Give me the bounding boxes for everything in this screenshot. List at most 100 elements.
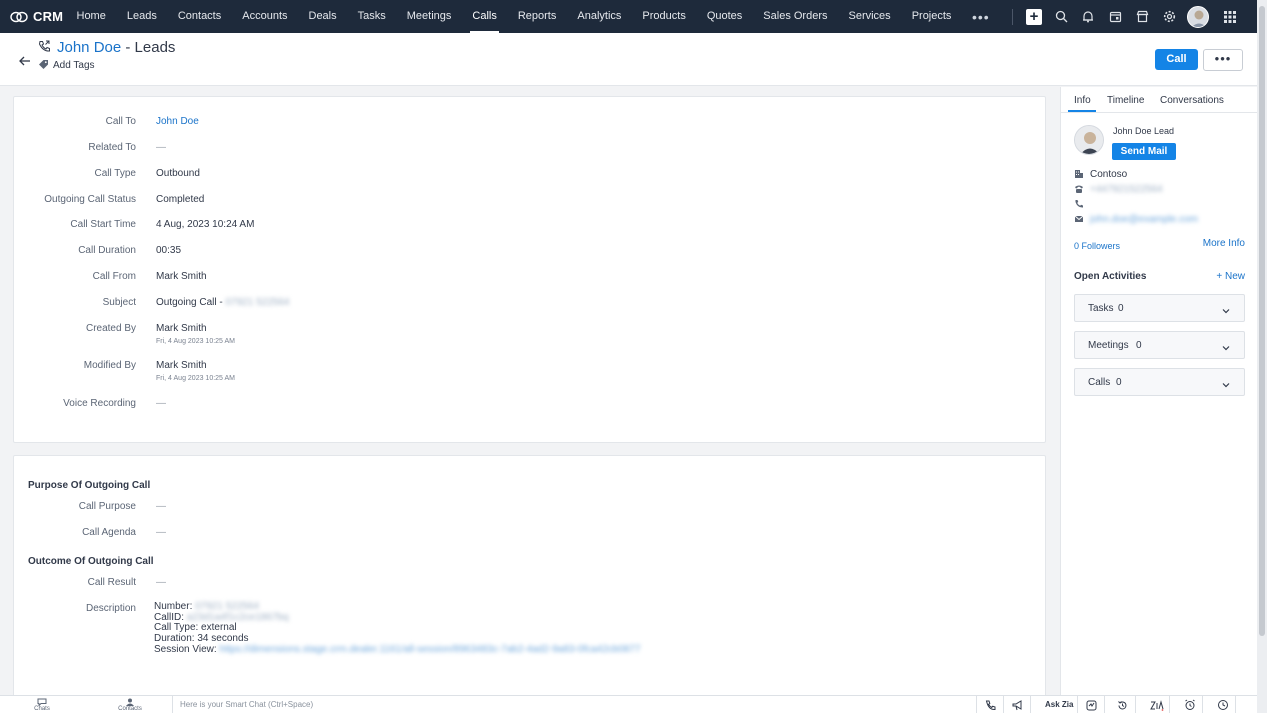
add-tags-link[interactable]: Add Tags — [53, 60, 95, 71]
top-navigation-bar: CRM Home Leads Contacts Accounts Deals T… — [0, 0, 1257, 33]
modified-at: Fri, 4 Aug 2023 10:25 AM — [156, 375, 235, 382]
send-mail-button[interactable]: Send Mail — [1112, 143, 1176, 160]
chats-button[interactable]: Chats — [30, 696, 54, 713]
alarms-button[interactable] — [1177, 696, 1203, 713]
signals-button[interactable] — [1079, 696, 1105, 713]
nav-tasks[interactable]: Tasks — [347, 0, 396, 33]
chevron-down-icon — [1222, 340, 1230, 354]
nav-projects[interactable]: Projects — [901, 0, 962, 33]
active-tab-indicator — [1068, 110, 1096, 112]
field-label: Related To — [88, 142, 136, 153]
nav-services[interactable]: Services — [838, 0, 901, 33]
email-row: john.doe@example.com — [1074, 213, 1198, 225]
phone-number-redacted[interactable]: +447921522564 — [1090, 184, 1163, 195]
phone-icon — [1074, 199, 1084, 209]
user-avatar-icon — [1191, 10, 1206, 27]
create-new-button[interactable]: + — [1021, 4, 1047, 30]
more-actions-button[interactable]: ••• — [1203, 49, 1243, 71]
desc-callid-line: CallID: a23d1a4f1c2ce1867bq — [154, 612, 641, 624]
scrollbar-thumb[interactable] — [1259, 6, 1265, 636]
nav-right-icons: + — [1011, 0, 1244, 33]
nav-sales-orders[interactable]: Sales Orders — [753, 0, 838, 33]
settings-button[interactable] — [1156, 4, 1182, 30]
email-address-redacted[interactable]: john.doe@example.com — [1090, 214, 1198, 225]
timer-button[interactable] — [1210, 696, 1236, 713]
field-label: Call Agenda — [82, 527, 136, 538]
back-button[interactable] — [19, 53, 31, 70]
call-details-panel: Call To John Doe Related To — Call Type … — [13, 96, 1046, 443]
search-button[interactable] — [1048, 4, 1074, 30]
new-activity-link[interactable]: + New — [1216, 271, 1245, 282]
zia-button[interactable] — [1144, 696, 1170, 713]
purpose-section-title: Purpose Of Outgoing Call — [28, 480, 151, 491]
nav-home[interactable]: Home — [66, 0, 116, 33]
field-label: Created By — [85, 323, 136, 334]
nav-more-button[interactable]: ••• — [962, 9, 1000, 25]
phone-bar-button[interactable] — [978, 696, 1004, 713]
field-label: Call Duration — [78, 245, 136, 256]
ask-zia-button[interactable]: Ask Zia — [1041, 696, 1079, 713]
accordion-count: 0 — [1136, 340, 1142, 351]
tab-conversations[interactable]: Conversations — [1160, 95, 1224, 106]
nav-reports[interactable]: Reports — [507, 0, 567, 33]
call-button[interactable]: Call — [1155, 49, 1198, 70]
signals-icon — [1086, 700, 1097, 710]
gear-icon — [1163, 10, 1175, 23]
accordion-count: 0 — [1118, 303, 1124, 314]
call-purpose-outcome-panel: Purpose Of Outgoing Call Call Purpose — … — [13, 455, 1046, 700]
nav-analytics[interactable]: Analytics — [567, 0, 632, 33]
followers-link[interactable]: 0 Followers — [1074, 241, 1120, 251]
field-label: Voice Recording — [63, 398, 136, 409]
brand-name: CRM — [33, 9, 64, 24]
tab-timeline[interactable]: Timeline — [1107, 95, 1144, 106]
created-at: Fri, 4 Aug 2023 10:25 AM — [156, 338, 235, 345]
session-view-link[interactable]: https://dimensions.stage.crm.dealer.1161… — [219, 644, 640, 655]
field-label: Modified By — [83, 360, 136, 371]
company-name: Contoso — [1090, 168, 1128, 180]
field-label: Call From — [92, 271, 136, 282]
call-to-link[interactable]: John Doe — [156, 116, 199, 127]
nav-quotes[interactable]: Quotes — [696, 0, 752, 33]
announcements-button[interactable] — [1005, 696, 1031, 713]
alarm-clock-icon — [1184, 699, 1195, 710]
subject-phone-redacted: 07921 522564 — [225, 297, 290, 308]
record-name-link[interactable]: John Doe — [57, 39, 121, 56]
megaphone-icon — [1012, 699, 1021, 710]
search-icon — [1055, 10, 1067, 23]
meetings-accordion[interactable]: Meetings 0 — [1074, 331, 1245, 359]
field-value: Mark Smith — [156, 271, 207, 282]
user-avatar[interactable] — [1186, 5, 1209, 28]
lead-photo-icon — [1075, 126, 1103, 154]
calls-accordion[interactable]: Calls 0 — [1074, 368, 1245, 396]
nav-accounts[interactable]: Accounts — [232, 0, 298, 33]
recent-items-button[interactable] — [1110, 696, 1136, 713]
module-name: - Leads — [121, 39, 176, 56]
desc-session-line: Session View: https://dimensions.stage.c… — [154, 643, 641, 656]
nav-leads[interactable]: Leads — [116, 0, 167, 33]
more-info-link[interactable]: More Info — [1203, 238, 1245, 249]
desc-session-label: Session View: — [154, 643, 220, 655]
nav-products[interactable]: Products — [632, 0, 696, 33]
field-value: 00:35 — [156, 245, 182, 256]
crm-logo[interactable]: CRM — [0, 9, 66, 24]
apps-grid-button[interactable] — [1217, 4, 1243, 30]
calendar-button[interactable] — [1102, 4, 1128, 30]
nav-deals[interactable]: Deals — [298, 0, 347, 33]
nav-calls[interactable]: Calls — [462, 0, 507, 33]
field-label: Outgoing Call Status — [44, 194, 136, 205]
created-by-name: Mark Smith — [156, 323, 207, 334]
nav-contacts[interactable]: Contacts — [167, 0, 231, 33]
page-title: John Doe - Leads — [57, 39, 175, 56]
tab-info[interactable]: Info — [1074, 95, 1091, 106]
vertical-scrollbar[interactable] — [1257, 0, 1267, 713]
lead-avatar — [1074, 125, 1104, 155]
marketplace-button[interactable] — [1129, 4, 1155, 30]
field-label: Call Start Time — [70, 219, 136, 230]
field-label: Call Purpose — [78, 501, 136, 512]
field-value: — — [156, 398, 166, 409]
contacts-button[interactable]: Contacts — [115, 696, 145, 713]
tasks-accordion[interactable]: Tasks 0 — [1074, 294, 1245, 322]
notifications-button[interactable] — [1075, 4, 1101, 30]
smart-chat-input[interactable]: Here is your Smart Chat (Ctrl+Space) — [172, 696, 977, 713]
nav-meetings[interactable]: Meetings — [396, 0, 462, 33]
